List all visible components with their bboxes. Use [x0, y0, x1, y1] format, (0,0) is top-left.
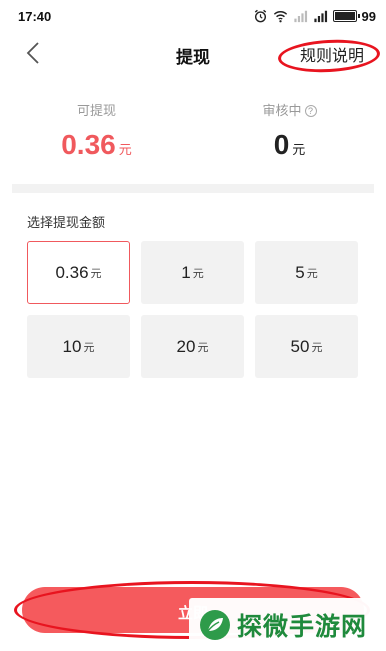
withdrawable-value: 0.36 — [61, 129, 116, 160]
reviewing-balance: 审核中? 0元 — [193, 100, 386, 161]
reviewing-label-row: 审核中? — [193, 100, 386, 119]
amount-option-selected[interactable]: 0.36 元 — [27, 241, 130, 304]
reviewing-amount: 0元 — [193, 129, 386, 161]
reviewing-label: 审核中 — [262, 103, 302, 118]
status-icons: 99 — [253, 8, 376, 24]
rules-link[interactable]: 规则说明 — [300, 42, 364, 66]
leaf-logo-icon — [200, 609, 230, 640]
status-bar: 17:40 99 — [0, 0, 386, 30]
withdrawable-balance: 可提现 0.36 元 — [0, 100, 193, 161]
withdrawable-label: 可提现 — [76, 103, 116, 118]
amount-options: 0.36 元 1元 5元 10 元 20 元 50 元 — [27, 241, 359, 378]
battery-level: 99 — [361, 8, 376, 24]
amount-unit: 元 — [90, 267, 102, 280]
withdrawable-amount: 0.36 元 — [0, 129, 193, 161]
alarm-icon — [254, 9, 266, 23]
wifi-icon — [273, 11, 287, 23]
watermark: 探微手游网 — [189, 598, 379, 651]
balance-summary: 可提现 0.36 元 审核中? 0元 — [0, 90, 386, 180]
amount-unit: 元 — [197, 341, 209, 354]
amount-option[interactable]: 5元 — [255, 241, 358, 304]
signal-icon — [293, 10, 307, 23]
amount-unit: 元 — [311, 341, 323, 354]
amount-option[interactable]: 10 元 — [27, 315, 130, 378]
amount-section-title: 选择提现金额 — [27, 215, 106, 230]
reviewing-unit: 元 — [292, 142, 306, 157]
amount-value: 20 — [176, 336, 196, 356]
amount-option[interactable]: 1元 — [141, 241, 244, 304]
amount-value: 10 — [62, 336, 82, 356]
status-time: 17:40 — [18, 9, 52, 24]
section-divider — [12, 184, 374, 193]
reviewing-value: 0 — [273, 129, 290, 160]
nav-bar: 提现 规则说明 — [0, 30, 386, 76]
amount-value: 0.36 — [55, 262, 89, 282]
battery-icon — [332, 10, 360, 22]
signal-icon — [313, 10, 327, 23]
amount-unit: 元 — [83, 341, 95, 354]
amount-unit: 元 — [306, 267, 318, 280]
amount-value: 1 — [181, 262, 191, 282]
help-icon[interactable]: ? — [304, 105, 317, 117]
amount-unit: 元 — [192, 267, 204, 280]
amount-option[interactable]: 20 元 — [141, 315, 244, 378]
withdrawable-unit: 元 — [118, 142, 132, 157]
amount-option[interactable]: 50 元 — [255, 315, 358, 378]
amount-value: 5 — [295, 262, 305, 282]
amount-value: 50 — [290, 336, 310, 356]
watermark-text: 探微手游网 — [237, 612, 368, 641]
